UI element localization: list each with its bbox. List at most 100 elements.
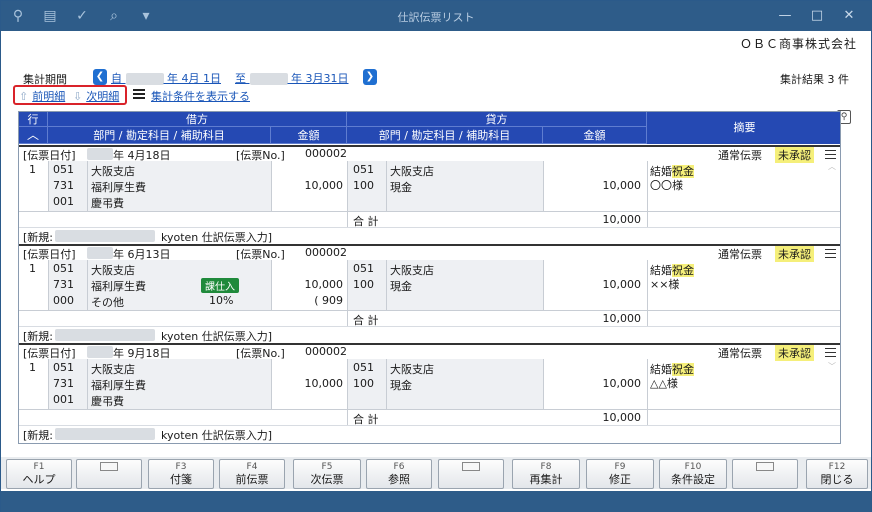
credit-account-name: 現金 <box>390 379 412 392</box>
period-next-button[interactable]: ❯ <box>363 69 377 85</box>
credit-account-bg <box>347 161 543 211</box>
show-conditions-link[interactable]: 集計条件を表示する <box>151 88 250 104</box>
debit-dept-name: 大阪支店 <box>91 165 135 178</box>
debit-account-bg <box>48 359 271 409</box>
fkey-number: F4 <box>246 462 258 472</box>
credit-dept-code: 051 <box>353 163 374 176</box>
debit-account-name: 福利厚生費 <box>91 181 146 194</box>
debit-sub-name: その他 <box>91 296 124 309</box>
record-header: [伝票日付] 年 6月13日 [伝票No.] 000002 通常伝票 未承認 <box>19 244 840 262</box>
fkey-number: F6 <box>393 462 405 472</box>
journal-record[interactable]: [伝票日付] 年 9月18日 [伝票No.] 000002 通常伝票 未承認 1 <box>19 343 840 442</box>
status-badge: 未承認 <box>775 345 814 361</box>
journal-record[interactable]: [伝票日付] 年 6月13日 [伝票No.] 000002 通常伝票 未承認 1 <box>19 244 840 343</box>
fkey-f8[interactable]: F8 再集計 <box>512 459 580 489</box>
fkey-f4[interactable]: F4 前伝票 <box>219 459 285 489</box>
fkey-f6[interactable]: F6 参照 <box>366 459 432 489</box>
journal-record[interactable]: [伝票日付] 年 4月18日 [伝票No.] 000002 通常伝票 未承認 1 <box>19 145 840 244</box>
window-title: 仕訳伝票リスト <box>397 11 475 24</box>
fkey-number: F1 <box>33 462 45 472</box>
next-detail-label: 次明細 <box>86 90 120 103</box>
result-count: 集計結果 3 件 <box>780 73 849 86</box>
fkey-empty[interactable] <box>438 459 504 489</box>
col-summary-header: 摘要 <box>647 112 840 144</box>
debit-sub-code: 001 <box>53 393 74 406</box>
new-label: [新規: <box>23 330 53 343</box>
collapse-icon[interactable]: ︿ <box>19 127 48 144</box>
debit-amount: 10,000 <box>304 179 344 192</box>
total-label: 合 計 <box>353 215 379 228</box>
entry-source: kyoten 仕訳伝票入力] <box>161 231 273 244</box>
close-button[interactable]: ✕ <box>833 5 865 27</box>
period-to-link[interactable]: 至 年 3月31日 <box>235 70 349 86</box>
col-credit-amount: 金額 <box>543 127 647 144</box>
debit-tax-amount: ( 909 <box>314 294 343 307</box>
fkey-number: F9 <box>614 462 626 472</box>
debit-account-code: 731 <box>53 278 74 291</box>
debit-dept-code: 051 <box>53 361 74 374</box>
fkey-f9[interactable]: F9 修正 <box>586 459 654 489</box>
prev-detail-link[interactable]: ⇧ 前明細 <box>19 88 65 104</box>
scrollbar[interactable]: ︿ ﹀ <box>826 161 838 441</box>
period-from-date: 年 4月 1日 <box>167 72 221 85</box>
credit-account-code: 100 <box>353 179 374 192</box>
col-credit-header: 貸方 <box>347 112 647 127</box>
total-amount: 10,000 <box>602 312 642 325</box>
debit-amount: 10,000 <box>304 377 344 390</box>
fkey-label: 付箋 <box>170 473 192 486</box>
next-detail-link[interactable]: ⇩ 次明細 <box>73 88 119 104</box>
new-label: [新規: <box>23 429 53 442</box>
voucher-type: 通常伝票 <box>718 248 762 261</box>
credit-dept-name: 大阪支店 <box>390 363 434 376</box>
minimize-button[interactable]: — <box>769 5 801 27</box>
summary-line2: 〇〇様 <box>650 179 683 192</box>
fkey-f1[interactable]: F1 ヘルプ <box>6 459 72 489</box>
fkey-f10[interactable]: F10 条件設定 <box>659 459 727 489</box>
period-to-prefix: 至 <box>235 72 246 85</box>
debit-sub-name: 慶弔費 <box>91 395 124 408</box>
total-amount: 10,000 <box>602 411 642 424</box>
maximize-button[interactable]: □ <box>801 5 833 27</box>
fkey-label: 再集計 <box>529 473 563 486</box>
voucher-type: 通常伝票 <box>718 347 762 360</box>
status-bar <box>1 491 871 512</box>
status-badge: 未承認 <box>775 246 814 262</box>
fkey-label: 次伝票 <box>310 473 344 486</box>
status-badge: 未承認 <box>775 147 814 163</box>
redacted-user <box>55 230 155 242</box>
journal-table: 行 ︿ 借方 部門 / 勘定科目 / 補助科目 金額 貸方 部門 / 勘定科目 … <box>18 111 841 444</box>
fkey-f5[interactable]: F5 次伝票 <box>293 459 361 489</box>
redacted-year <box>87 247 113 259</box>
period-prev-button[interactable]: ❮ <box>93 69 107 85</box>
debit-dept-code: 051 <box>53 262 74 275</box>
debit-account-name: 福利厚生費 <box>91 280 146 293</box>
record-menu-icon[interactable] <box>825 150 836 159</box>
fkey-number: F10 <box>684 462 702 472</box>
voucher-no: 000002 <box>305 345 347 358</box>
total-label: 合 計 <box>353 314 379 327</box>
redacted-year <box>87 148 113 160</box>
credit-amount: 10,000 <box>602 179 642 192</box>
blank-key-icon <box>756 462 774 471</box>
credit-dept-code: 051 <box>353 361 374 374</box>
company-name: ＯＢＣ商事株式会社 <box>739 37 857 51</box>
fkey-f12[interactable]: F12 閉じる <box>806 459 868 489</box>
fkey-empty[interactable] <box>76 459 142 489</box>
credit-amount: 10,000 <box>602 278 642 291</box>
total-label: 合 計 <box>353 413 379 426</box>
redacted-user <box>55 428 155 440</box>
debit-account-bg <box>48 161 271 211</box>
fkey-f3[interactable]: F3 付箋 <box>148 459 214 489</box>
credit-account-bg <box>347 359 543 409</box>
credit-dept-name: 大阪支店 <box>390 264 434 277</box>
credit-dept-code: 051 <box>353 262 374 275</box>
fkey-label: 参照 <box>388 473 410 486</box>
down-arrow-icon: ⇩ <box>73 90 83 103</box>
credit-account-name: 現金 <box>390 181 412 194</box>
fkey-empty[interactable] <box>732 459 798 489</box>
debit-sub-code: 000 <box>53 294 74 307</box>
debit-dept-name: 大阪支店 <box>91 363 135 376</box>
summary-line2: ××様 <box>650 278 680 291</box>
period-from-link[interactable]: 自 年 4月 1日 <box>111 70 221 86</box>
up-arrow-icon: ⇧ <box>19 90 29 103</box>
